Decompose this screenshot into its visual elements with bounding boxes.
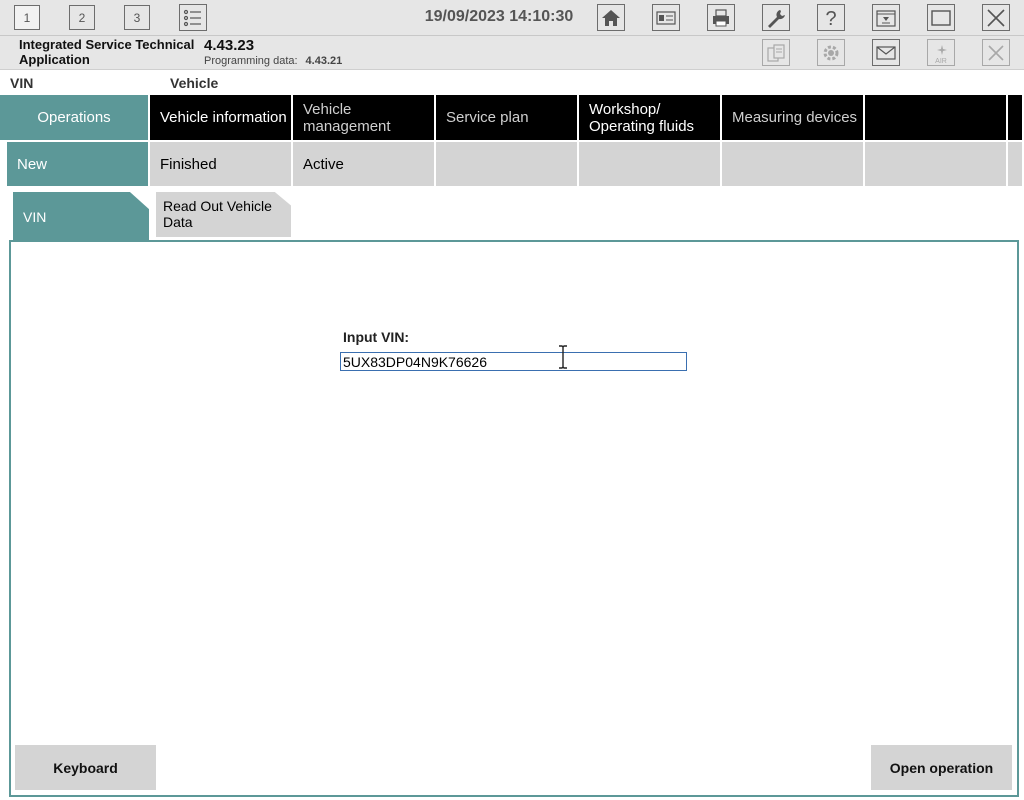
home-icon[interactable] xyxy=(597,4,625,31)
text-cursor-icon xyxy=(559,345,567,369)
tab-workshop-operating-fluids[interactable]: Workshop/ Operating fluids xyxy=(579,95,720,140)
vehicle-context-label: Vehicle xyxy=(170,75,219,91)
mail-icon[interactable] xyxy=(872,39,900,66)
help-icon[interactable]: ? xyxy=(817,4,845,31)
inner-tab-vin[interactable]: VIN xyxy=(13,192,149,241)
print-icon[interactable] xyxy=(707,4,735,31)
open-operation-button[interactable]: Open operation xyxy=(871,745,1012,790)
window-3-button[interactable]: 3 xyxy=(124,5,150,30)
tab-operations[interactable]: Operations xyxy=(0,95,148,140)
top-toolbar: 1 2 3 19/09/2023 14:10:30 ? xyxy=(0,0,1024,36)
vin-input[interactable] xyxy=(340,352,687,371)
air-icon[interactable]: AIR xyxy=(927,39,955,66)
tab-overflow xyxy=(1008,95,1022,140)
subtab-empty-3 xyxy=(722,142,863,186)
subtab-empty-1 xyxy=(436,142,577,186)
maximize-icon[interactable] xyxy=(927,4,955,31)
tab-vehicle-management[interactable]: Vehicle management xyxy=(293,95,434,140)
tab-vehicle-information[interactable]: Vehicle information xyxy=(150,95,291,140)
svg-text:AIR: AIR xyxy=(935,58,947,64)
vin-context-label: VIN xyxy=(10,75,34,91)
inner-tab-read-out-vehicle-data[interactable]: Read Out Vehicle Data xyxy=(156,192,291,237)
application-version: 4.43.23 xyxy=(204,37,255,54)
copy-documents-icon[interactable] xyxy=(762,39,790,66)
subtab-empty-4 xyxy=(865,142,1006,186)
settings-gear-icon[interactable] xyxy=(817,39,845,66)
svg-text:?: ? xyxy=(825,8,836,29)
programming-data-version: 4.43.21 xyxy=(305,55,343,67)
subtab-overflow xyxy=(1008,142,1022,186)
programming-data-label: Programming data: xyxy=(204,55,298,67)
sub-tab-bar: New Finished Active xyxy=(0,142,1024,186)
close-operation-icon[interactable] xyxy=(982,39,1010,66)
tab-measuring-devices[interactable]: Measuring devices xyxy=(722,95,863,140)
wrench-icon[interactable] xyxy=(762,4,790,31)
list-icon[interactable] xyxy=(179,4,207,31)
subtab-finished[interactable]: Finished xyxy=(150,142,291,186)
id-card-icon[interactable] xyxy=(652,4,680,31)
window-1-button[interactable]: 1 xyxy=(14,5,40,30)
dropdown-window-icon[interactable] xyxy=(872,4,900,31)
window-2-button[interactable]: 2 xyxy=(69,5,95,30)
subtab-new[interactable]: New xyxy=(7,142,148,186)
keyboard-button[interactable]: Keyboard xyxy=(15,745,156,790)
close-icon[interactable] xyxy=(982,4,1010,31)
main-tab-bar: Operations Vehicle information Vehicle m… xyxy=(0,95,1024,140)
subtab-empty-2 xyxy=(579,142,720,186)
tab-service-plan[interactable]: Service plan xyxy=(436,95,577,140)
tab-empty xyxy=(865,95,1006,140)
content-panel xyxy=(9,240,1019,797)
datetime-display: 19/09/2023 14:10:30 xyxy=(424,8,574,25)
application-bar: Integrated Service Technical Application… xyxy=(0,36,1024,70)
programming-data: Programming data: 4.43.21 xyxy=(204,55,342,67)
subtab-active[interactable]: Active xyxy=(293,142,434,186)
application-name: Integrated Service Technical Application xyxy=(19,37,195,67)
input-vin-label: Input VIN: xyxy=(343,329,410,345)
